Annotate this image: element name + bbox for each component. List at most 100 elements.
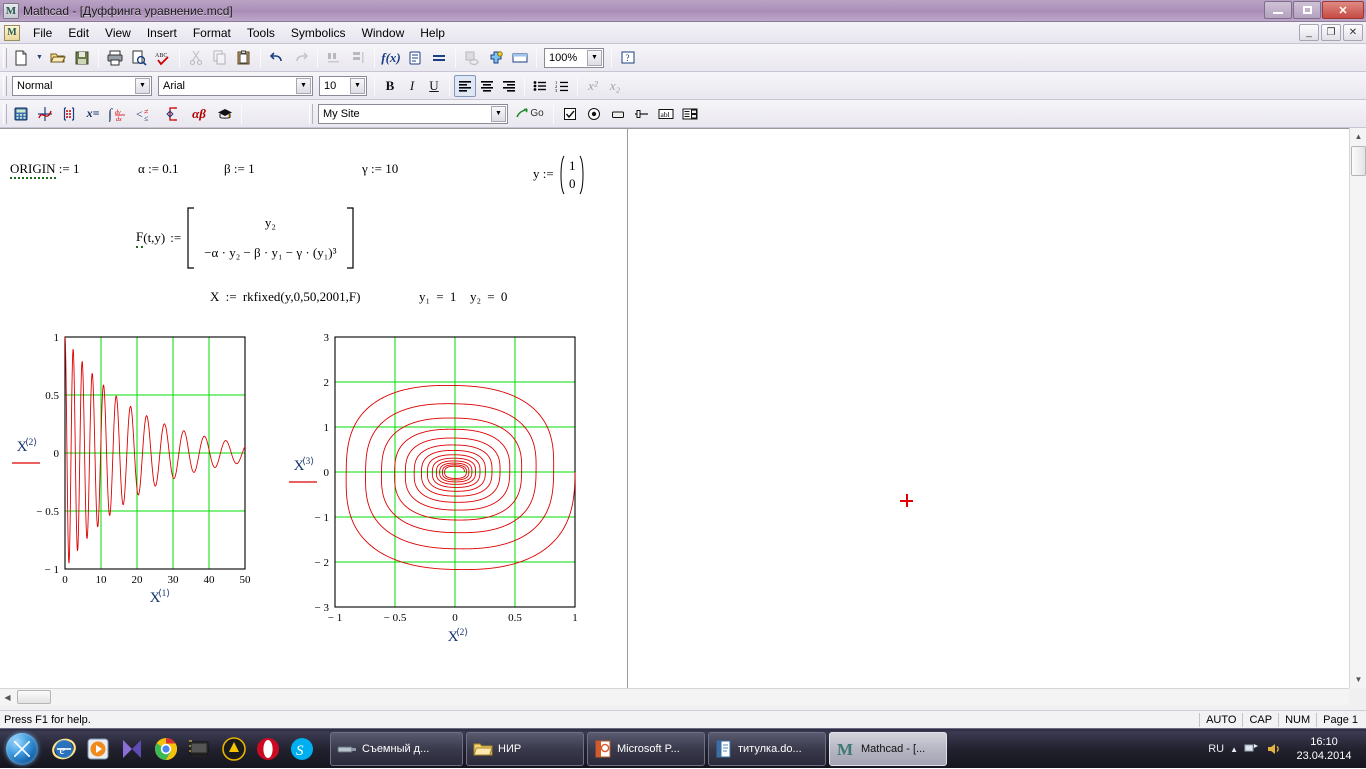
evaluation-palette-icon[interactable]: x= [82,103,104,125]
insert-unit-icon[interactable] [404,47,426,69]
menu-edit[interactable]: Edit [60,23,97,43]
scroll-up-icon[interactable]: ▲ [1350,128,1366,145]
daemon-tools-icon[interactable] [220,735,248,763]
boolean-palette-icon[interactable]: < ≠ ≤ [134,103,160,125]
opera-icon[interactable] [254,735,282,763]
cut-icon[interactable] [185,47,207,69]
google-chrome-icon[interactable] [152,735,180,763]
doc-close-button[interactable]: ✕ [1343,24,1363,41]
horizontal-scrollbar[interactable]: ◀ [0,688,1349,705]
task-button-mathcad[interactable]: M Mathcad - [... [829,731,947,766]
menu-help[interactable]: Help [412,23,453,43]
math-region-alpha[interactable]: α := 0.1 [138,161,179,177]
calculus-palette-icon[interactable]: ∫ dy dx [106,103,132,125]
subscript-button[interactable]: x₂ [604,75,626,97]
skype-icon[interactable]: S [288,735,316,763]
redo-icon[interactable] [290,47,312,69]
maximize-button[interactable] [1293,1,1321,19]
internet-explorer-icon[interactable]: e [50,735,78,763]
numbered-list-icon[interactable]: 123 [551,75,573,97]
align-right-icon[interactable] [498,75,520,97]
align-center-icon[interactable] [476,75,498,97]
calculator-palette-icon[interactable] [10,103,32,125]
windows-movie-maker-icon[interactable] [118,735,146,763]
math-region-function-F[interactable]: F (t,y) := y₂ −α · y₂ − β · y₁ − γ · (y₁… [136,207,355,269]
help-icon[interactable]: ? [617,47,639,69]
print-preview-icon[interactable] [128,47,150,69]
document-icon[interactable]: M [4,24,20,41]
menu-view[interactable]: View [97,23,139,43]
font-family-combo[interactable]: Arial ▼ [158,75,313,96]
math-region-eval-y2[interactable]: y₂ = 0 [470,289,507,305]
task-button-word-doc[interactable]: титулка.do... [708,731,826,766]
chevron-down-icon[interactable]: ▼ [491,105,506,122]
network-icon[interactable] [1244,742,1260,756]
button-control-icon[interactable] [607,103,629,125]
volume-icon[interactable] [1266,742,1282,756]
doc-minimize-button[interactable]: _ [1299,24,1319,41]
chevron-down-icon[interactable]: ▼ [296,77,311,94]
open-icon[interactable] [47,47,69,69]
save-icon[interactable] [71,47,93,69]
zoom-combo[interactable]: 100% ▼ [544,47,604,68]
task-button-removable-drive[interactable]: Съемный д... [330,731,463,766]
listbox-control-icon[interactable] [679,103,701,125]
menu-window[interactable]: Window [354,23,413,43]
radio-control-icon[interactable] [583,103,605,125]
paragraph-style-combo[interactable]: Normal ▼ [12,75,152,96]
underline-button[interactable]: U [423,75,445,97]
undo-icon[interactable] [266,47,288,69]
new-dropdown-icon[interactable]: ▼ [34,47,45,69]
worksheet-canvas[interactable]: ORIGIN := 1 α := 0.1 β := 1 γ := 10 y := [0,128,1349,688]
italic-button[interactable]: I [401,75,423,97]
new-icon[interactable] [10,47,32,69]
chevron-down-icon[interactable]: ▼ [135,77,150,94]
superscript-button[interactable]: x² [582,75,604,97]
bold-button[interactable]: B [379,75,401,97]
start-button[interactable] [2,731,42,767]
task-button-powerpoint[interactable]: Microsoft P... [587,731,705,766]
clock[interactable]: 16:10 23.04.2014 [1288,735,1360,763]
insert-function-icon[interactable]: f(x) [380,47,402,69]
menu-tools[interactable]: Tools [239,23,283,43]
horizontal-scroll-thumb[interactable] [17,690,51,704]
vertical-scroll-thumb[interactable] [1351,146,1366,176]
insert-hyperlink-icon[interactable] [461,47,483,69]
align-across-icon[interactable] [323,47,345,69]
toolbar-grip[interactable] [3,47,7,68]
toolbar-grip[interactable] [3,75,7,96]
menu-symbolics[interactable]: Symbolics [283,23,354,43]
matrix-palette-icon[interactable] [58,103,80,125]
math-region-eval-y1[interactable]: y₁ = 1 [419,289,456,305]
menu-format[interactable]: Format [185,23,239,43]
copy-icon[interactable] [209,47,231,69]
doc-restore-button[interactable]: ❐ [1321,24,1341,41]
checkbox-control-icon[interactable] [559,103,581,125]
programming-palette-icon[interactable] [162,103,184,125]
insert-area-icon[interactable] [509,47,531,69]
greek-palette-icon[interactable]: αβ [186,103,212,125]
minimize-button[interactable] [1264,1,1292,19]
math-region-gamma[interactable]: γ := 10 [362,161,398,177]
chevron-down-icon[interactable]: ▼ [350,77,365,94]
language-indicator[interactable]: RU [1208,743,1224,755]
math-region-y-vector[interactable]: y := 1 0 [533,155,587,195]
scroll-down-icon[interactable]: ▼ [1350,671,1366,688]
print-icon[interactable] [104,47,126,69]
menu-file[interactable]: File [25,23,60,43]
go-button[interactable]: Go [512,103,548,125]
slider-control-icon[interactable] [631,103,653,125]
close-button[interactable]: ✕ [1322,1,1364,19]
site-combo[interactable]: My Site ▼ [318,103,508,124]
windows-media-player-icon[interactable] [84,735,112,763]
calculate-icon[interactable] [428,47,450,69]
symbolic-palette-icon[interactable] [214,103,236,125]
toolbar-grip[interactable] [309,103,313,124]
time-series-plot[interactable]: 0 10 20 30 40 50 1 0.5 0− 0.5− 1 X ⟨1⟩ X ⟨2⟩ [0,329,270,649]
phase-portrait-plot[interactable]: − 1− 0.5 0 0.5 1 3 2 1 0− 1− 2− 3 X ⟨2⟩ X ⟨3⟩ [285,329,605,669]
virtualbox-icon[interactable] [186,735,214,763]
math-region-solve[interactable]: X := rkfixed(y,0,50,2001,F) [210,289,360,305]
bullet-list-icon[interactable] [529,75,551,97]
math-region-beta[interactable]: β := 1 [224,161,255,177]
paste-icon[interactable] [233,47,255,69]
